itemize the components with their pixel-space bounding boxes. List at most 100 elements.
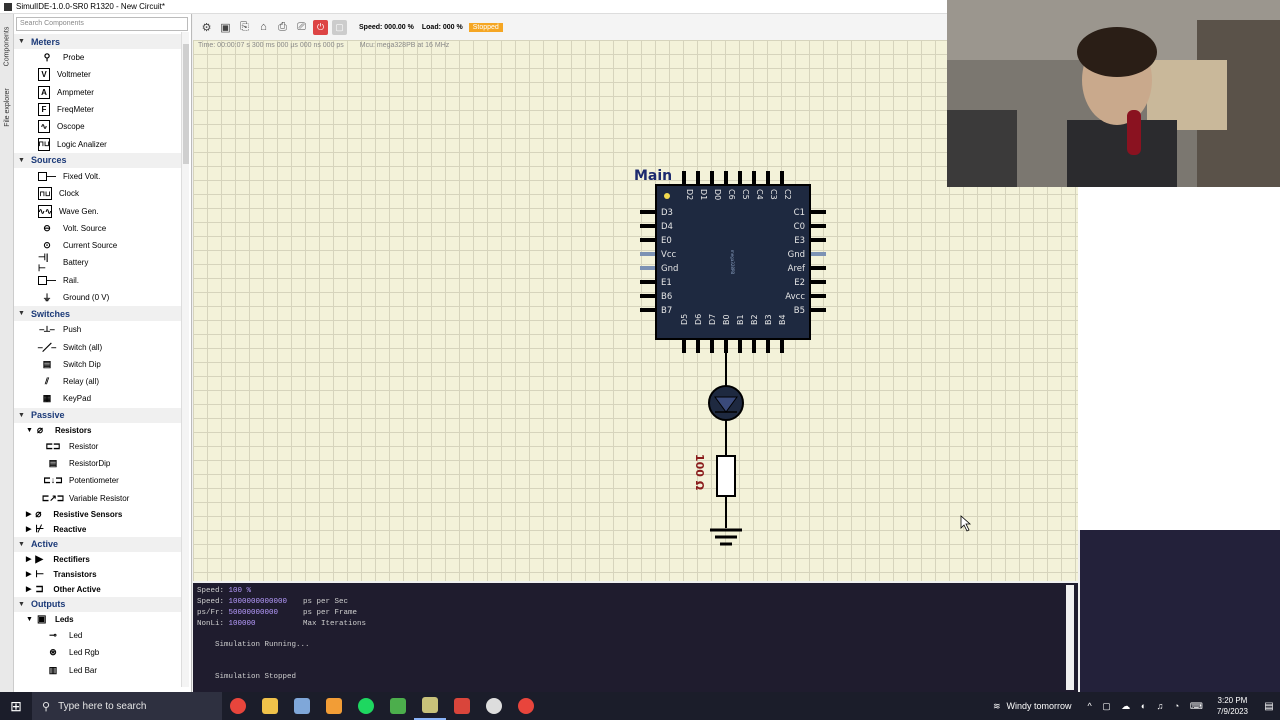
pin-label-C4: C4 [755,189,764,200]
component-ampmeter[interactable]: A Ampmeter [14,84,182,101]
component-led-rgb[interactable]: ⊛ Led Rgb [14,644,182,661]
mcu-component[interactable]: Main mega328PB D2 D1 D0 C6 C5 C4 C3 C2 D5 D6 D7 B0 B… [634,168,826,353]
console-line-psfr: ps/Fr: 50000000000 [197,609,279,617]
led-component[interactable] [708,385,744,421]
pin-label-B4: B4 [778,314,787,325]
category-active[interactable]: ▼ Active [14,536,182,552]
potentiometer-icon: ⊏↓⊐ [43,475,63,486]
subcategory-rectifiers[interactable]: ▶ ▶ Rectifiers [14,552,182,567]
expand-arrow-icon: ▼ [18,38,25,45]
chrome-app-icon[interactable] [222,692,254,720]
chip-pin [640,280,656,284]
component-variable-resistor[interactable]: ⊏↗⊐ Variable Resistor [14,490,182,507]
pin-label-B3: B3 [764,314,773,325]
circuit-canvas[interactable]: Time: 00:00:07 s 300 ms 000 µs 000 ns 00… [193,40,1078,581]
subcategory-leds[interactable]: ▼ ▣ Leds [14,612,182,627]
oscope-icon: ∿ [38,120,50,134]
ground-component[interactable] [710,528,742,546]
category-meters[interactable]: ▼ Meters [14,34,182,49]
component-led-bar[interactable]: ▥ Led Bar [14,661,182,678]
chip-pin [780,171,784,185]
component-freqmeter[interactable]: F FreqMeter [14,101,182,118]
component-volt-source[interactable]: ⊖ Volt. Source [14,220,182,237]
settings-gear-icon[interactable]: ⚙ [199,20,214,35]
component-push[interactable]: ⎯⊥⎯ Push [14,321,182,338]
subcategory-resistors[interactable]: ▼ ⌀ Resistors [14,423,182,438]
open-folder-icon[interactable]: ⌂ [256,20,271,35]
webcam-image [947,0,1280,187]
subcategory-resistive-sensors[interactable]: ▶ ⌀ Resistive Sensors [14,507,182,522]
component-potentiometer[interactable]: ⊏↓⊐ Potentiometer [14,472,182,489]
pause-button-icon[interactable]: ▢ [332,19,347,35]
category-switches[interactable]: ▼ Switches [14,306,182,322]
component-switch-all[interactable]: ⎯╱⎯ Switch (all) [14,338,182,355]
simulide-app-icon[interactable] [414,692,446,720]
console-line-speed-pct: Speed: 100 % [197,587,252,595]
power-button-icon[interactable]: ⏻ [313,19,328,35]
resistor-component[interactable]: 100 Ω [693,454,736,497]
component-ground[interactable]: ⏚ Ground (0 V) [14,289,182,306]
notification-icon[interactable]: ▤ [1258,692,1280,720]
3d-app-icon[interactable] [286,692,318,720]
console-scrollbar[interactable] [1066,585,1074,690]
tab-components[interactable]: Components [1,18,13,74]
rectifier-icon: ▶ [35,553,44,565]
pin-label-D3: D3 [661,208,673,218]
obs-app-icon[interactable] [478,692,510,720]
expand-arrow-icon: ▼ [26,615,33,623]
expand-arrow-icon: ▼ [18,600,25,608]
circuit-icon[interactable]: ▣ [218,20,233,35]
component-clock[interactable]: ⊓⊔ Clock [14,185,182,202]
component-led[interactable]: ⊸ Led [14,627,182,644]
chrome-profile-app-icon[interactable] [510,692,542,720]
new-file-icon[interactable]: ⎘ [237,20,252,35]
scrollbar-thumb[interactable] [183,44,189,164]
component-fixed-volt[interactable]: — Fixed Volt. [14,168,182,185]
chip-pin [640,252,656,256]
chip-label: Main [634,168,672,184]
component-wave-gen[interactable]: ∿∿ Wave Gen. [14,202,182,219]
component-rail[interactable]: — Rail. [14,272,182,289]
file-explorer-app-icon[interactable] [254,692,286,720]
windows-start-icon[interactable]: ⊞ [0,692,32,720]
category-outputs[interactable]: ▼ Outputs [14,596,182,612]
component-resistor[interactable]: ⊏⊐ Resistor [14,438,182,455]
subcategory-other-active[interactable]: ▶ ⊐ Other Active [14,582,182,597]
component-voltmeter[interactable]: V Voltmeter [14,66,182,83]
component-battery[interactable]: ⊣|⊢ Battery [14,252,182,273]
save-as-icon[interactable]: ⎚ [294,20,309,35]
component-probe[interactable]: ⚲ Probe [14,49,182,66]
resistor-value: 100 Ω [693,454,706,491]
pin-label-Gnd: Gnd [661,264,678,274]
spotify-app-icon[interactable] [350,692,382,720]
chip-pin [752,171,756,185]
component-resistordip[interactable]: ▤ ResistorDip [14,455,182,472]
subcategory-reactive[interactable]: ▶ ⊬ Reactive [14,522,182,537]
category-sources[interactable]: ▼ Sources [14,152,182,168]
save-icon[interactable]: ⎙ [275,20,290,35]
weather-widget[interactable]: ≋ Windy tomorrow [993,701,1072,712]
component-keypad[interactable]: ▦ KeyPad [14,390,182,407]
pin-label-E0: E0 [661,236,672,246]
tray-icons[interactable]: ^ ▢ ☁ ◐ ♫ ◔ ⌨ [1088,701,1207,712]
green-app-icon[interactable] [382,692,414,720]
sublime-app-icon[interactable] [318,692,350,720]
category-passive[interactable]: ▼ Passive [14,407,182,423]
component-oscope[interactable]: ∿ Oscope [14,118,182,135]
relay-icon: ⫽ [44,376,49,387]
clock[interactable]: 3:20 PM 7/9/2023 [1217,695,1248,717]
tab-file-explorer[interactable]: File explorer [1,78,13,136]
expand-arrow-icon: ▶ [26,586,32,594]
search-components-input[interactable]: Search Components [16,17,188,31]
red-app-icon[interactable] [446,692,478,720]
component-relay-all[interactable]: ⫽ Relay (all) [14,373,182,390]
pin-label-C5: C5 [741,189,750,200]
taskbar-search-input[interactable]: ⚲ Type here to search [32,692,222,720]
component-logic-analizer[interactable]: ⊓⊔ Logic Analizer [14,135,182,152]
pin-label-B1: B1 [736,314,745,325]
resistor-icon: ⊏⊐ [45,440,61,451]
chip-pin [710,171,714,185]
subcategory-transistors[interactable]: ▶ ⊢ Transistors [14,567,182,582]
panel-scrollbar[interactable] [181,32,189,687]
component-switch-dip[interactable]: ▤ Switch Dip [14,356,182,373]
